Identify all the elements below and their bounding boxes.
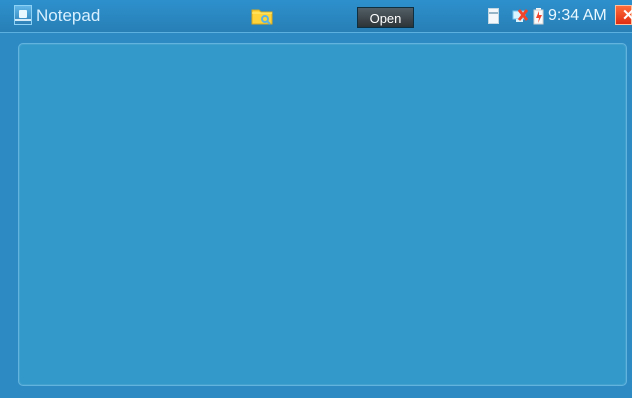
notepad-screen: Notepad Open 9:34 AM ✕ — [0, 0, 632, 398]
battery-svg — [533, 8, 544, 25]
open-button[interactable]: Open — [357, 7, 414, 28]
notepad-textarea[interactable] — [19, 44, 626, 385]
status-time: 9:34 AM — [548, 7, 607, 24]
storage-card-icon — [488, 8, 499, 24]
folder-search-svg — [251, 9, 273, 25]
battery-icon — [533, 7, 544, 25]
folder-search-icon[interactable] — [251, 6, 273, 26]
top-bar: Notepad Open 9:34 AM ✕ — [0, 0, 632, 33]
network-status-svg — [512, 9, 529, 22]
network-status-icon — [511, 8, 529, 24]
app-title: Notepad — [36, 6, 101, 25]
close-icon[interactable]: ✕ — [615, 5, 632, 25]
notepad-editor-area[interactable] — [18, 43, 627, 386]
notepad-icon — [14, 5, 32, 25]
